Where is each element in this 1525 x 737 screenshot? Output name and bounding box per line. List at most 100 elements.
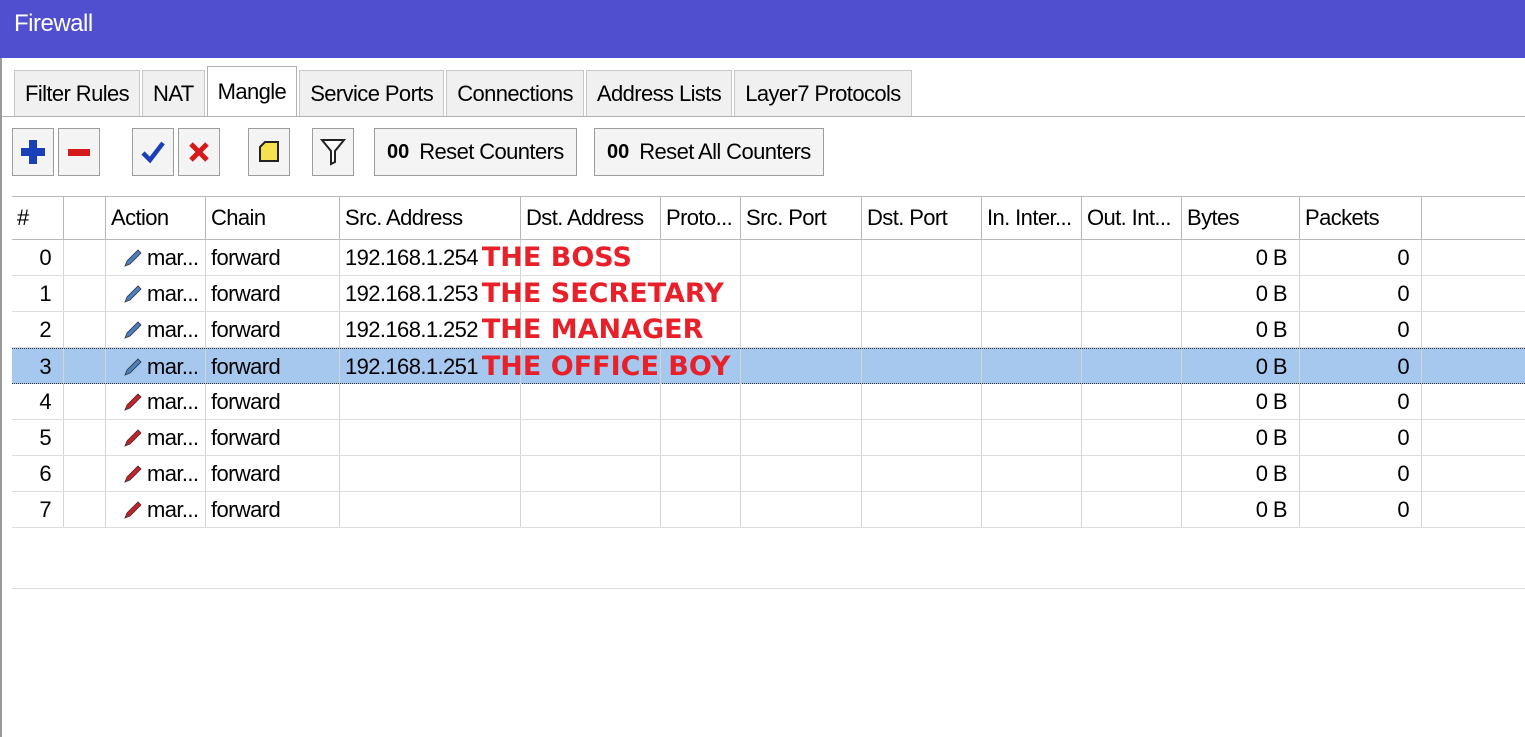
reset-counters-button[interactable]: 00 Reset Counters xyxy=(374,128,577,176)
action-label: mar... xyxy=(147,496,199,522)
table-row[interactable]: 7 mar... forward 0 B0 xyxy=(12,492,1525,528)
cell-packets: 0 xyxy=(1300,420,1422,455)
cell-dst-address xyxy=(521,456,661,491)
col-header-chain[interactable]: Chain xyxy=(206,197,340,239)
table-row[interactable]: 5 mar... forward 0 B0 xyxy=(12,420,1525,456)
cell-src-port xyxy=(741,312,862,347)
cell-out-interface xyxy=(1082,349,1182,384)
cell-src-address xyxy=(340,420,521,455)
col-header-packets[interactable]: Packets xyxy=(1300,197,1422,239)
cell-in-interface xyxy=(982,276,1082,311)
cell-src-address xyxy=(340,384,521,419)
tab-filter-rules[interactable]: Filter Rules xyxy=(14,70,141,116)
cell-number: 3 xyxy=(12,349,64,384)
col-header-dst-address[interactable]: Dst. Address xyxy=(521,197,661,239)
cell-action: mar... xyxy=(106,240,206,275)
col-header-spacer xyxy=(1422,197,1525,239)
src-address-value: 192.168.1.253 xyxy=(345,280,478,306)
col-header-src-address[interactable]: Src. Address xyxy=(340,197,521,239)
col-header-number[interactable]: # xyxy=(12,197,64,239)
window-titlebar[interactable]: Firewall xyxy=(0,0,1525,58)
cell-action: mar... xyxy=(106,420,206,455)
cell-packets: 0 xyxy=(1300,240,1422,275)
cell-packets: 0 xyxy=(1300,456,1422,491)
cell-in-interface xyxy=(982,384,1082,419)
action-label: mar... xyxy=(147,460,199,486)
table-header: # Action Chain Src. Address Dst. Address… xyxy=(12,196,1525,240)
tab-layer7-protocols[interactable]: Layer7 Protocols xyxy=(734,70,912,116)
cell-number: 1 xyxy=(12,276,64,311)
comment-button[interactable] xyxy=(248,128,290,176)
tab-address-lists[interactable]: Address Lists xyxy=(585,70,733,116)
filter-button[interactable] xyxy=(312,128,354,176)
cell-packets: 0 xyxy=(1300,384,1422,419)
cell-spacer xyxy=(1422,456,1525,491)
cell-in-interface xyxy=(982,420,1082,455)
cell-spacer xyxy=(1422,420,1525,455)
cell-dst-port xyxy=(862,312,982,347)
cell-chain: forward xyxy=(206,240,340,275)
cell-chain: forward xyxy=(206,384,340,419)
cell-src-address: 192.168.1.251 THE OFFICE BOY xyxy=(340,349,730,384)
col-header-in-interface[interactable]: In. Inter... xyxy=(982,197,1082,239)
reset-all-counters-button[interactable]: 00 Reset All Counters xyxy=(594,128,824,176)
table-row[interactable]: 3 mar... forward 192.168.1.251 THE OFFICE BO… xyxy=(12,348,1525,384)
tab-mangle[interactable]: Mangle xyxy=(206,66,298,116)
cell-in-interface xyxy=(982,492,1082,527)
cell-in-interface xyxy=(982,240,1082,275)
cell-dst-port xyxy=(862,276,982,311)
tab-nat[interactable]: NAT xyxy=(142,70,205,116)
table-row[interactable]: 2 mar... forward 192.168.1.252 THE MANAGER 0 … xyxy=(12,312,1525,348)
cell-packets: 0 xyxy=(1300,312,1422,347)
table-row[interactable]: 1 mar... forward 192.168.1.253 THE SECRETARY… xyxy=(12,276,1525,312)
col-header-src-port[interactable]: Src. Port xyxy=(741,197,862,239)
cell-action: mar... xyxy=(106,312,206,347)
col-header-action[interactable]: Action xyxy=(106,197,206,239)
cell-flags xyxy=(64,384,106,419)
cell-bytes: 0 B xyxy=(1182,492,1300,527)
action-label: mar... xyxy=(147,388,199,414)
cell-in-interface xyxy=(982,456,1082,491)
cell-dst-address xyxy=(521,492,661,527)
cell-action: mar... xyxy=(106,384,206,419)
cell-out-interface xyxy=(1082,312,1182,347)
plus-icon xyxy=(21,140,45,164)
counter-icon: 00 xyxy=(607,140,630,163)
x-icon xyxy=(189,142,209,162)
col-header-out-interface[interactable]: Out. Int... xyxy=(1082,197,1182,239)
table-row[interactable]: 4 mar... forward 0 B0 xyxy=(12,384,1525,420)
table-row[interactable]: 0 mar... forward 192.168.1.254 THE BOSS 0 B0 xyxy=(12,240,1525,276)
remove-button[interactable] xyxy=(58,128,100,176)
tab-bar: Filter Rules NAT Mangle Service Ports Co… xyxy=(14,66,914,116)
pencil-icon xyxy=(124,428,142,447)
cell-protocol xyxy=(661,456,741,491)
cell-bytes: 0 B xyxy=(1182,456,1300,491)
add-button[interactable] xyxy=(12,128,54,176)
cell-src-address: 192.168.1.254 THE BOSS xyxy=(340,240,632,275)
src-address-value: 192.168.1.252 xyxy=(345,316,478,342)
annotation-label: THE MANAGER xyxy=(481,314,704,345)
cell-chain: forward xyxy=(206,456,340,491)
col-header-bytes[interactable]: Bytes xyxy=(1182,197,1300,239)
pencil-icon xyxy=(124,284,142,303)
cell-bytes: 0 B xyxy=(1182,384,1300,419)
col-header-flags[interactable] xyxy=(64,197,106,239)
tab-connections[interactable]: Connections xyxy=(446,70,584,116)
col-header-dst-port[interactable]: Dst. Port xyxy=(862,197,982,239)
tab-service-ports[interactable]: Service Ports xyxy=(299,70,445,116)
cell-chain: forward xyxy=(206,420,340,455)
disable-button[interactable] xyxy=(178,128,220,176)
cell-chain: forward xyxy=(206,312,340,347)
cell-bytes: 0 B xyxy=(1182,276,1300,311)
enable-button[interactable] xyxy=(132,128,174,176)
cell-flags xyxy=(64,456,106,491)
cell-flags xyxy=(64,420,106,455)
cell-bytes: 0 B xyxy=(1182,420,1300,455)
cell-dst-port xyxy=(862,456,982,491)
counter-icon: 00 xyxy=(387,140,410,163)
col-header-protocol[interactable]: Proto... xyxy=(661,197,741,239)
cell-in-interface xyxy=(982,312,1082,347)
table-row[interactable]: 6 mar... forward 0 B0 xyxy=(12,456,1525,492)
cell-spacer xyxy=(1422,492,1525,527)
window-left-border xyxy=(0,58,2,737)
